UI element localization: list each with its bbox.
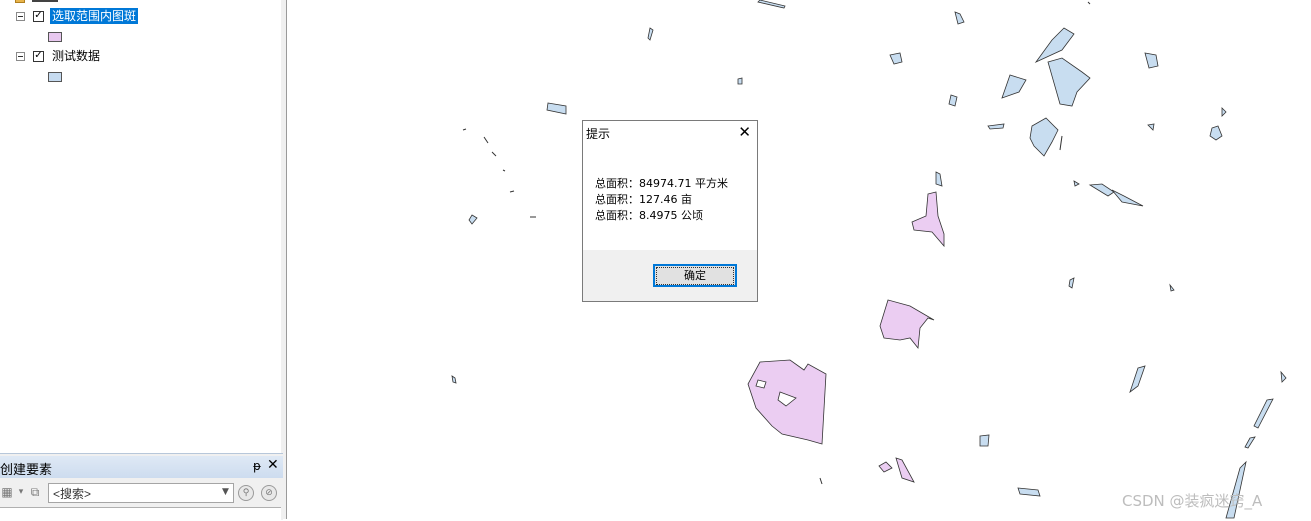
map-line bbox=[483, 136, 489, 144]
map-parcel bbox=[1280, 370, 1287, 383]
chevron-down-icon[interactable]: ▾ bbox=[14, 485, 28, 499]
map-line bbox=[819, 477, 823, 485]
create-features-toolbar: ▦ ▾ ⧉ ▼ ⚲ ⊘ bbox=[0, 481, 283, 505]
map-parcel bbox=[451, 375, 457, 384]
panel-splitter[interactable] bbox=[281, 0, 287, 519]
create-features-panel: 创建要素 ᵽ ✕ ▦ ▾ ⧉ ▼ ⚲ ⊘ bbox=[0, 453, 283, 521]
map-parcel bbox=[1034, 27, 1075, 64]
layer-symbol-swatch[interactable] bbox=[48, 72, 62, 82]
watermark: CSDN @装疯迷窍_A bbox=[1122, 492, 1263, 510]
toc-top-fragment bbox=[32, 0, 58, 2]
total-area-sqm: 总面积：84974.71 平方米 bbox=[595, 177, 728, 190]
toc-top-folder-icon bbox=[15, 0, 25, 3]
map-line bbox=[502, 169, 506, 172]
map-parcel bbox=[979, 434, 990, 447]
layer-name[interactable]: 测试数据 bbox=[50, 48, 102, 64]
organize-templates-icon[interactable]: ▦ bbox=[0, 485, 14, 499]
ok-button-label: 确定 bbox=[656, 267, 734, 285]
map-parcel bbox=[954, 11, 965, 25]
map-parcel bbox=[546, 102, 567, 115]
map-parcel bbox=[1001, 74, 1027, 99]
layer-row-test-data[interactable]: ✓ 测试数据 bbox=[16, 48, 102, 64]
map-line bbox=[491, 151, 497, 157]
map-parcel bbox=[1073, 180, 1080, 187]
search-icon[interactable]: ⚲ bbox=[238, 485, 254, 501]
map-parcel bbox=[889, 52, 903, 65]
map-parcel bbox=[1029, 117, 1059, 157]
map-parcel bbox=[1017, 487, 1041, 497]
map-parcel bbox=[1129, 365, 1146, 394]
map-parcel bbox=[737, 77, 743, 85]
template-properties-icon[interactable]: ⧉ bbox=[28, 485, 42, 499]
collapse-icon[interactable] bbox=[16, 11, 25, 21]
map-parcel-selected bbox=[747, 359, 827, 445]
clear-search-icon[interactable]: ⊘ bbox=[261, 485, 277, 501]
map-parcel bbox=[647, 27, 654, 41]
map-parcel bbox=[935, 171, 943, 187]
close-icon[interactable]: ✕ bbox=[267, 457, 279, 473]
map-parcel bbox=[1147, 123, 1155, 131]
map-parcel bbox=[1088, 183, 1115, 197]
panel-title: 创建要素 bbox=[0, 463, 53, 478]
map-parcel bbox=[1221, 107, 1227, 117]
dialog-footer: 确定 bbox=[583, 250, 757, 301]
pin-icon[interactable]: ᵽ bbox=[253, 459, 261, 473]
search-input[interactable] bbox=[48, 483, 234, 503]
map-parcel bbox=[468, 214, 478, 225]
layer-visibility-checkbox[interactable]: ✓ bbox=[33, 10, 44, 22]
map-parcel bbox=[1244, 436, 1256, 449]
close-icon[interactable]: ✕ bbox=[738, 123, 751, 141]
map-features[interactable] bbox=[288, 0, 1311, 519]
map-parcel bbox=[1144, 52, 1159, 69]
total-area-mu: 总面积：127.46 亩 bbox=[595, 193, 692, 206]
map-line bbox=[1059, 135, 1063, 151]
map-parcel bbox=[757, 0, 786, 9]
dialog-message: 总面积：84974.71 平方米 总面积：127.46 亩 总面积：8.4975… bbox=[595, 176, 728, 224]
map-parcel bbox=[1209, 125, 1223, 141]
collapse-icon[interactable] bbox=[16, 51, 25, 61]
layer-name[interactable]: 选取范围内图斑 bbox=[50, 8, 139, 24]
map-parcel bbox=[948, 94, 958, 107]
message-dialog: 提示 ✕ 总面积：84974.71 平方米 总面积：127.46 亩 总面积：8… bbox=[582, 120, 758, 302]
total-area-hectare: 总面积：8.4975 公顷 bbox=[595, 209, 703, 222]
map-parcel bbox=[1253, 398, 1274, 429]
ok-button[interactable]: 确定 bbox=[653, 264, 737, 287]
chevron-down-icon[interactable]: ▼ bbox=[222, 487, 229, 497]
map-parcel bbox=[1068, 277, 1075, 289]
table-of-contents: ✓ 选取范围内图斑 ✓ 测试数据 bbox=[0, 0, 282, 451]
map-line bbox=[509, 190, 515, 193]
map-parcel-selected bbox=[879, 299, 935, 350]
map-parcel bbox=[1169, 283, 1175, 292]
map-line bbox=[1087, 1, 1091, 5]
layer-row-selected-parcels[interactable]: ✓ 选取范围内图斑 bbox=[16, 8, 139, 24]
map-parcel-selected bbox=[911, 191, 945, 248]
map-line bbox=[462, 128, 467, 131]
layer-visibility-checkbox[interactable]: ✓ bbox=[33, 50, 44, 62]
layer-symbol-swatch[interactable] bbox=[48, 32, 62, 42]
map-parcel-selected bbox=[895, 457, 915, 483]
map-parcel-selected bbox=[878, 461, 893, 473]
create-features-header: 创建要素 ᵽ ✕ bbox=[0, 456, 283, 478]
map-parcel bbox=[1047, 57, 1091, 107]
map-canvas[interactable] bbox=[288, 0, 1311, 519]
map-parcel bbox=[1111, 189, 1144, 207]
dialog-title: 提示 bbox=[586, 127, 611, 141]
map-parcel bbox=[987, 123, 1005, 130]
